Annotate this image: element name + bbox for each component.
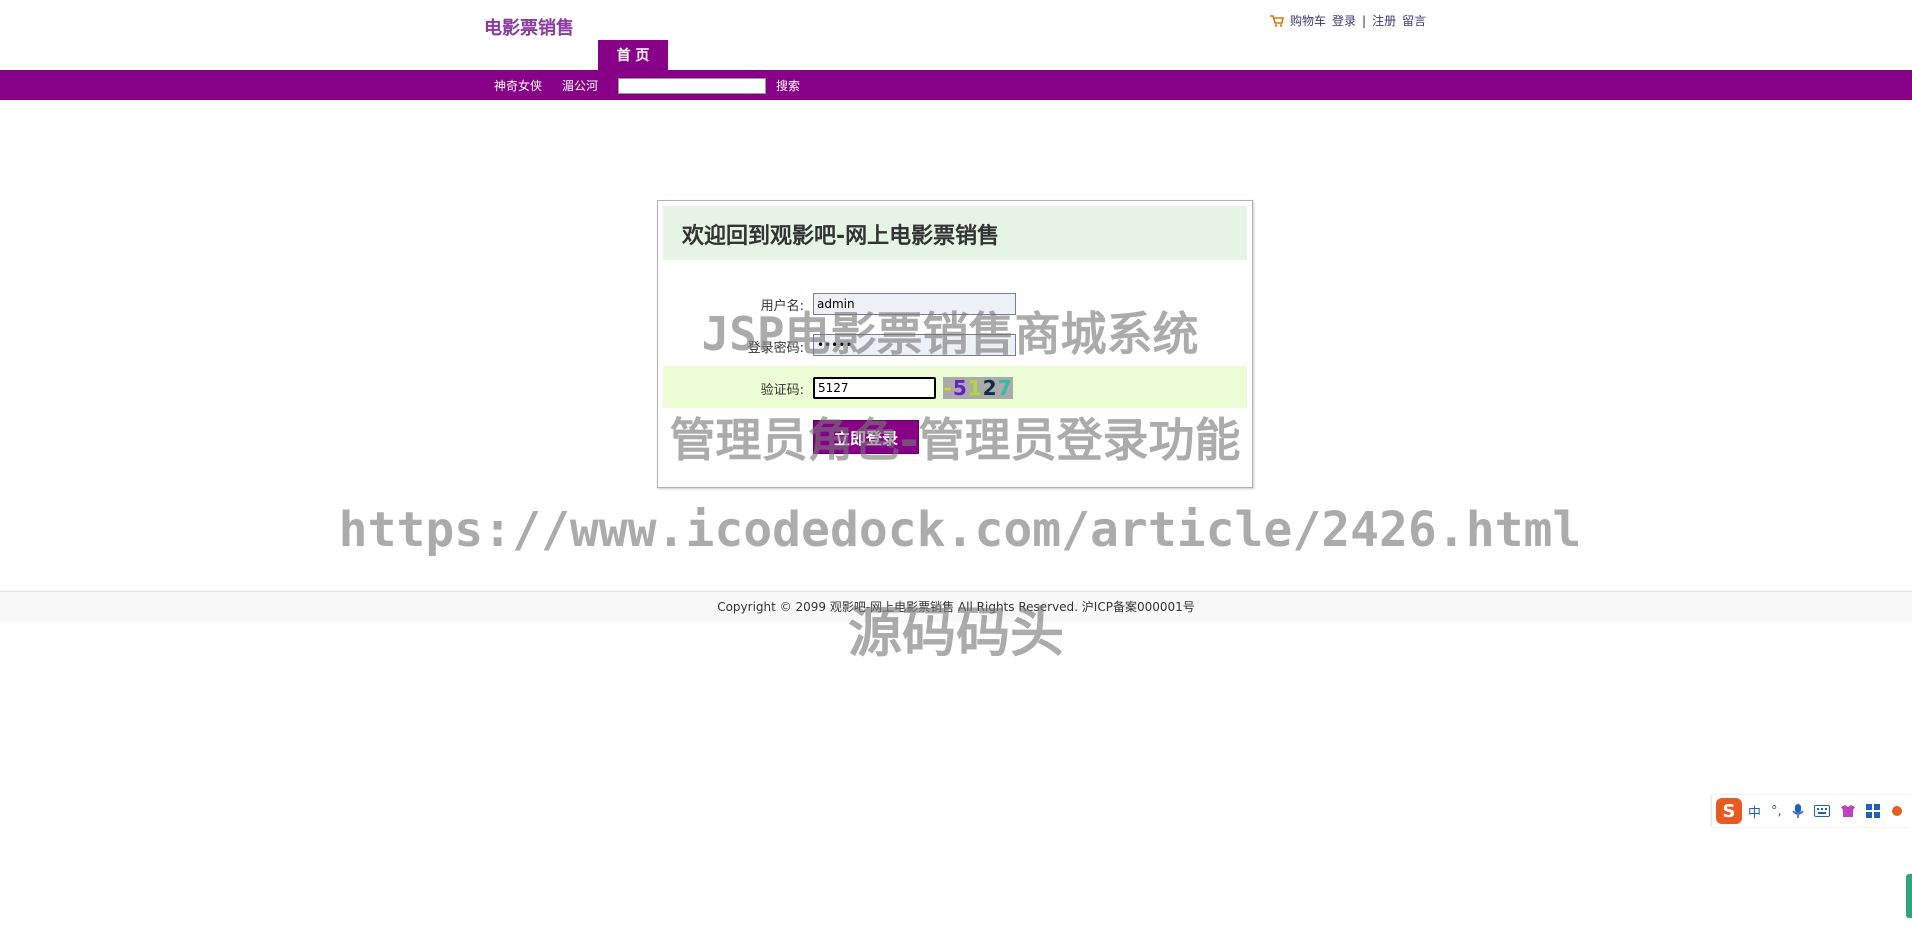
mic-icon[interactable] bbox=[1792, 803, 1804, 819]
watermark-line: 管理员角色-管理员登录功能 bbox=[669, 413, 1241, 467]
nav-link-mekong[interactable]: 湄公河 bbox=[562, 77, 598, 94]
skin-icon[interactable] bbox=[1840, 804, 1856, 818]
keyboard-icon[interactable] bbox=[1813, 805, 1830, 817]
top-links: 购物车 登录 | 注册 留言 bbox=[1270, 12, 1426, 29]
sogou-logo-icon[interactable]: S bbox=[1716, 798, 1742, 824]
captcha-label: 验证码: bbox=[760, 383, 804, 398]
nav-link-wonder-woman[interactable]: 神奇女侠 bbox=[494, 77, 542, 94]
captcha-char: 1 bbox=[967, 376, 983, 400]
captcha-image[interactable]: - 5 1 2 7 bbox=[943, 376, 1013, 400]
login-title: 欢迎回到观影吧-网上电影票销售 bbox=[682, 224, 1000, 249]
tools-icon[interactable] bbox=[1890, 804, 1904, 818]
ime-mode-toggle[interactable]: 中 bbox=[1748, 802, 1761, 821]
site-title: 电影票销售 bbox=[484, 18, 574, 39]
cart-link[interactable]: 购物车 bbox=[1290, 12, 1326, 29]
watermark-line: https://www.icodedock.com/article/2426.h… bbox=[338, 502, 1582, 558]
captcha-field[interactable]: 5127 bbox=[813, 377, 936, 399]
captcha-char: 7 bbox=[997, 376, 1013, 400]
punctuation-icon[interactable]: °, bbox=[1771, 804, 1782, 819]
nav-links: 神奇女侠 湄公河 搜索 bbox=[494, 77, 800, 94]
grid-icon[interactable] bbox=[1865, 804, 1880, 818]
watermark-line: 源码码头 bbox=[848, 601, 1064, 664]
captcha-char: 5 bbox=[952, 376, 968, 400]
side-edge-tab[interactable] bbox=[1906, 874, 1912, 918]
captcha-char: 2 bbox=[982, 376, 998, 400]
tab-home[interactable]: 首 页 bbox=[598, 40, 668, 70]
search-button[interactable]: 搜索 bbox=[776, 77, 800, 94]
watermark-line: JSP电影票销售商城系统 bbox=[701, 307, 1199, 361]
ime-toolbar: S 中 °, bbox=[1712, 795, 1912, 827]
captcha-char: - bbox=[943, 376, 953, 400]
register-link[interactable]: 注册 bbox=[1372, 12, 1396, 29]
login-link[interactable]: 登录 bbox=[1332, 12, 1356, 29]
search-input[interactable] bbox=[618, 77, 767, 94]
link-separator: | bbox=[1362, 13, 1367, 28]
message-link[interactable]: 留言 bbox=[1402, 12, 1426, 29]
cart-icon[interactable] bbox=[1270, 14, 1284, 27]
nav-bar bbox=[0, 70, 1912, 100]
